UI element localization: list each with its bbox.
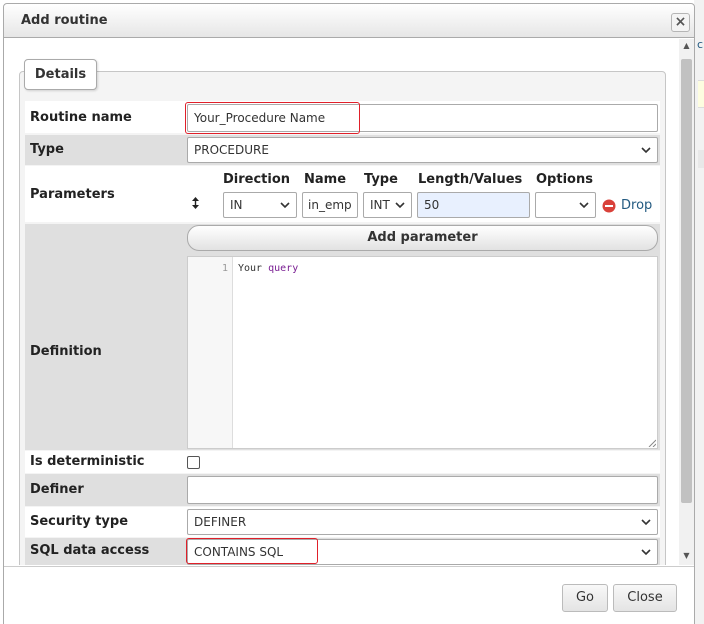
go-button[interactable]: Go xyxy=(562,584,608,612)
sql-data-access-value: CONTAINS SQL xyxy=(194,545,284,559)
deterministic-checkbox[interactable] xyxy=(187,456,200,469)
close-icon[interactable]: × xyxy=(671,13,690,32)
options-select[interactable] xyxy=(535,192,596,218)
options-header: Options xyxy=(536,172,593,187)
chevron-down-icon xyxy=(641,519,651,526)
definer-row: Definer xyxy=(25,474,660,506)
code-text: Your xyxy=(238,263,263,274)
definition-label: Definition xyxy=(30,344,102,359)
security-type-row: Security type DEFINER xyxy=(25,507,660,537)
sql-data-access-select[interactable]: CONTAINS SQL xyxy=(187,539,658,565)
chevron-down-icon xyxy=(395,202,405,209)
routine-name-label: Routine name xyxy=(30,110,132,125)
routine-name-input[interactable]: Your_Procedure Name xyxy=(187,104,658,132)
sql-data-access-label: SQL data access xyxy=(30,543,150,558)
scroll-up-icon[interactable]: ▲ xyxy=(679,41,694,51)
dialog-titlebar[interactable]: Add routine × xyxy=(4,4,694,38)
parameters-row: Parameters Direction Name Type Length/Va… xyxy=(25,166,660,222)
deterministic-row: Is deterministic xyxy=(25,451,660,473)
chevron-down-icon xyxy=(280,202,290,209)
background-row xyxy=(698,150,704,168)
add-parameter-button[interactable]: Add parameter xyxy=(187,225,658,251)
code-line[interactable]: Your query xyxy=(238,263,298,274)
definer-label: Definer xyxy=(30,482,84,497)
type-select-value: PROCEDURE xyxy=(194,143,269,157)
add-routine-dialog: Add routine × Details Routine name Your_… xyxy=(3,3,695,624)
dialog-title: Add routine xyxy=(21,13,108,28)
deterministic-label: Is deterministic xyxy=(30,454,145,469)
security-type-label: Security type xyxy=(30,514,129,529)
security-type-value: DEFINER xyxy=(194,515,247,529)
background-link-fragment: c xyxy=(697,38,704,51)
drop-icon[interactable] xyxy=(602,199,616,213)
direction-select-value: IN xyxy=(230,198,243,212)
chevron-down-icon xyxy=(579,202,589,209)
chevron-down-icon xyxy=(641,147,651,154)
direction-select[interactable]: IN xyxy=(223,192,297,218)
type-row: Type PROCEDURE xyxy=(25,135,660,165)
scroll-down-icon[interactable]: ▼ xyxy=(679,551,694,561)
parameter-name-input[interactable]: in_emp xyxy=(302,192,358,218)
sql-data-access-row: SQL data access CONTAINS SQL xyxy=(25,538,660,565)
close-button[interactable]: Close xyxy=(613,584,677,612)
dialog-content: Details Routine name Your_Procedure Name… xyxy=(4,39,678,565)
chevron-down-icon xyxy=(641,549,651,556)
tab-details[interactable]: Details xyxy=(24,59,97,90)
type-select[interactable]: PROCEDURE xyxy=(187,137,658,163)
background-row-highlight xyxy=(698,80,704,108)
security-type-select[interactable]: DEFINER xyxy=(187,509,658,535)
type-header: Type xyxy=(364,172,398,187)
definer-input[interactable] xyxy=(187,476,658,504)
resize-handle-icon[interactable] xyxy=(648,439,656,447)
drop-link[interactable]: Drop xyxy=(621,198,652,213)
line-number: 1 xyxy=(221,263,228,274)
name-header: Name xyxy=(304,172,347,187)
drag-handle-icon[interactable] xyxy=(191,197,200,209)
length-values-input[interactable]: 50 xyxy=(417,192,530,218)
parameter-type-select[interactable]: INT xyxy=(363,192,412,218)
code-keyword: query xyxy=(268,263,299,274)
scrollbar-thumb[interactable] xyxy=(681,59,692,503)
parameters-label: Parameters xyxy=(30,187,115,202)
definition-editor[interactable]: 1 Your query xyxy=(187,256,658,449)
parameter-type-value: INT xyxy=(370,198,390,212)
dialog-footer: Go Close xyxy=(4,566,694,624)
dialog-scrollbar[interactable]: ▲ ▼ xyxy=(679,39,694,565)
type-label: Type xyxy=(30,142,64,157)
length-values-header: Length/Values xyxy=(418,172,523,187)
definition-row: Definition Add parameter 1 Your query xyxy=(25,224,660,450)
routine-name-row: Routine name Your_Procedure Name xyxy=(25,101,660,133)
editor-gutter: 1 xyxy=(188,257,233,448)
direction-header: Direction xyxy=(223,172,291,187)
